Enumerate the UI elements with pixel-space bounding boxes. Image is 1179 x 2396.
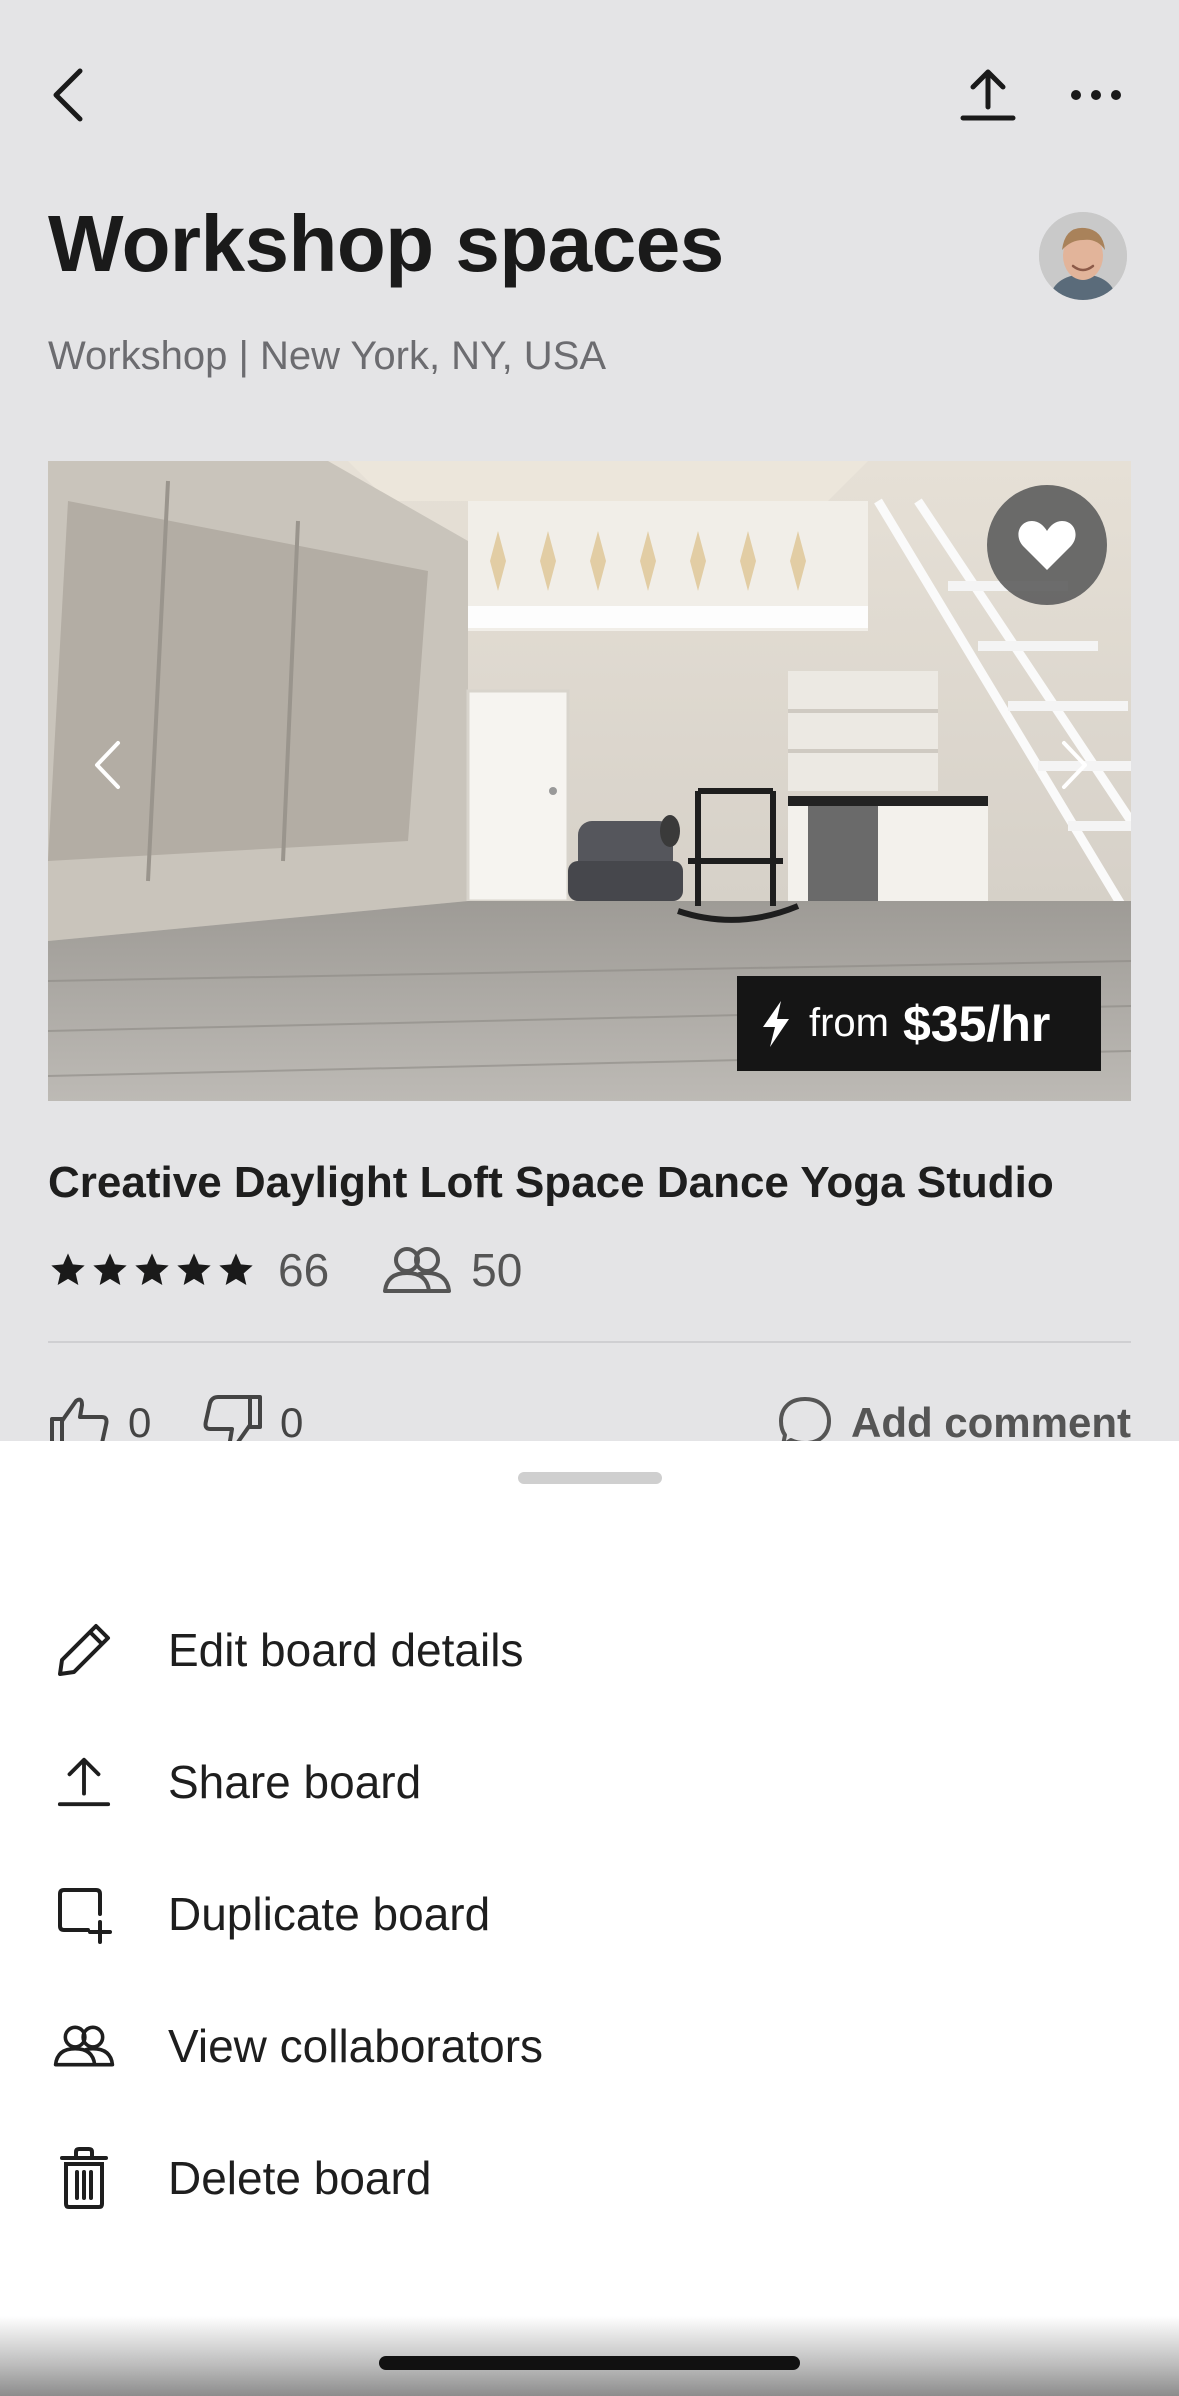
duplicate-icon: [48, 1878, 120, 1950]
share-icon: [960, 69, 1016, 121]
chevron-right-icon: [1062, 741, 1087, 789]
back-button[interactable]: [48, 55, 128, 135]
photo-next-button[interactable]: [1050, 735, 1100, 795]
trash-icon: [48, 2142, 120, 2214]
rating-count: 66: [278, 1244, 330, 1296]
rating-stars: [48, 1250, 256, 1290]
capacity-count: 50: [471, 1244, 523, 1296]
divider: [48, 1341, 1131, 1343]
menu-label-duplicate-board: Duplicate board: [168, 1888, 491, 1940]
board-title: Workshop spaces: [48, 199, 724, 288]
avatar-image: [1039, 212, 1127, 300]
heart-icon: [1018, 521, 1076, 570]
listing-title[interactable]: Creative Daylight Loft Space Dance Yoga …: [48, 1158, 1054, 1208]
like-count: 0: [128, 1399, 152, 1446]
menu-item-duplicate-board[interactable]: Duplicate board: [0, 1854, 1179, 1974]
home-indicator[interactable]: [379, 2356, 800, 2370]
menu-label-delete-board: Delete board: [168, 2152, 432, 2204]
more-icon: [1071, 90, 1121, 100]
add-comment-label: Add comment: [850, 1399, 1131, 1446]
share-button[interactable]: [950, 55, 1026, 135]
sheet-grabber[interactable]: [518, 1472, 662, 1484]
people-icon: [383, 1247, 452, 1293]
star-icon: [219, 1253, 253, 1285]
pencil-icon: [48, 1614, 120, 1686]
chevron-left-icon: [95, 741, 120, 789]
more-options-button[interactable]: [1060, 55, 1132, 135]
star-icon: [51, 1253, 85, 1285]
star-icon: [177, 1253, 211, 1285]
menu-item-delete-board[interactable]: Delete board: [0, 2118, 1179, 2238]
owner-avatar[interactable]: [1039, 212, 1127, 300]
menu-label-view-collaborators: View collaborators: [168, 2020, 544, 2072]
listing-meta: 66 50: [48, 1240, 522, 1300]
dislike-count: 0: [280, 1399, 304, 1446]
photo-prev-button[interactable]: [82, 735, 132, 795]
chevron-left-icon: [53, 68, 83, 122]
price-from-label: from: [809, 1001, 889, 1045]
star-icon: [93, 1253, 127, 1285]
board-subtitle: Workshop | New York, NY, USA: [48, 334, 607, 378]
share-icon: [48, 1746, 120, 1818]
menu-item-edit-board[interactable]: Edit board details: [0, 1590, 1179, 1710]
star-icon: [135, 1253, 169, 1285]
menu-item-share-board[interactable]: Share board: [0, 1722, 1179, 1842]
menu-item-view-collaborators[interactable]: View collaborators: [0, 1986, 1179, 2106]
price-value: $35/hr: [903, 995, 1051, 1052]
board-page: Workshop spaces Workshop | New York, NY,…: [0, 0, 1179, 1451]
menu-label-edit-board: Edit board details: [168, 1624, 524, 1676]
menu-label-share-board: Share board: [168, 1756, 422, 1808]
lightning-icon: [763, 1000, 789, 1047]
favorite-button[interactable]: [987, 485, 1107, 605]
price-badge: from $35/hr: [737, 976, 1101, 1071]
people-icon: [48, 2010, 120, 2082]
